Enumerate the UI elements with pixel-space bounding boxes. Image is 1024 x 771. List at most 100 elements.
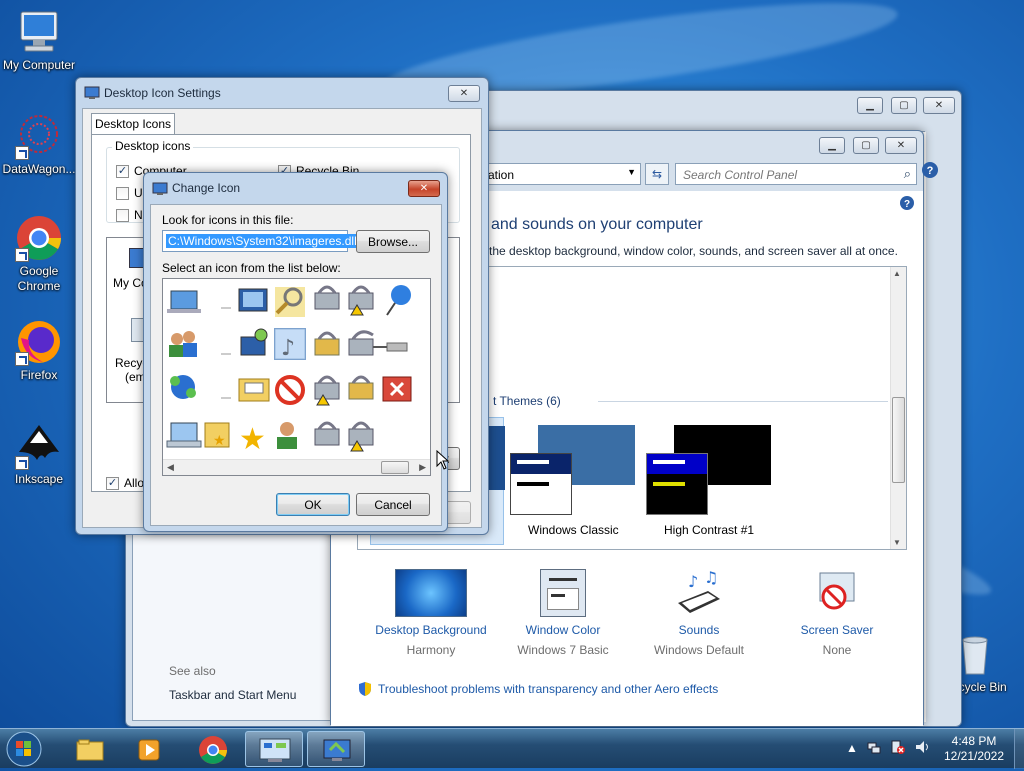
group-divider	[598, 401, 888, 402]
taskbar-chrome-button[interactable]	[183, 731, 241, 767]
desktop-background-link[interactable]: Desktop Background	[361, 623, 501, 637]
desktop-icon-firefox[interactable]: Firefox	[0, 318, 78, 383]
sounds-link[interactable]: Sounds	[631, 623, 767, 637]
padlock-icon[interactable]	[314, 421, 340, 446]
chevron-down-icon[interactable]: ▼	[627, 167, 636, 177]
icon-list[interactable]: ♪ ★ ★ ◀ ▶	[162, 278, 431, 476]
users-icon[interactable]	[169, 331, 197, 357]
theme-list-scrollbar[interactable]: ▲ ▼	[890, 267, 906, 549]
screen-saver-item[interactable]: Screen Saver None	[769, 569, 905, 669]
desktop-background-item[interactable]: Desktop Background Harmony	[361, 569, 501, 669]
shortcut-arrow-icon	[15, 248, 29, 262]
taskbar-control-panel-button[interactable]	[245, 731, 303, 767]
search-icon[interactable]: ⌕	[904, 166, 911, 182]
dialog-title: Change Icon	[172, 181, 241, 195]
no-entry-icon[interactable]	[275, 375, 305, 405]
red-x-icon[interactable]	[382, 376, 412, 402]
shortcut-arrow-icon	[15, 456, 29, 470]
close-button[interactable]: ✕	[448, 85, 480, 102]
desktop-icon-chrome[interactable]: Google Chrome	[0, 214, 78, 294]
magnifier-icon[interactable]	[275, 287, 305, 317]
help-icon[interactable]: ?	[921, 161, 941, 181]
change-icon-dialog[interactable]: Change Icon ✕ Look for icons in this fil…	[143, 172, 448, 532]
desktop-icon-inkscape[interactable]: Inkscape	[0, 422, 78, 487]
faded-icon[interactable]	[221, 397, 231, 399]
clock-time: 4:48 PM	[951, 734, 997, 748]
help-icon[interactable]: ?	[899, 195, 915, 214]
window-color-item[interactable]: Window Color Windows 7 Basic	[495, 569, 631, 669]
show-hidden-icons-icon[interactable]: ▲	[846, 741, 858, 755]
tab-desktop-icons[interactable]: Desktop Icons	[91, 113, 175, 135]
checkbox-allow-themes[interactable]: ✓	[106, 477, 119, 490]
network-icon[interactable]	[866, 739, 882, 758]
pushpin-icon[interactable]	[386, 285, 411, 316]
shield-icon	[357, 681, 373, 700]
scroll-thumb[interactable]	[892, 397, 905, 483]
faded-icon[interactable]	[221, 353, 231, 355]
folder-star-icon[interactable]: ★	[204, 422, 230, 449]
padlock-warning-icon[interactable]	[348, 285, 374, 316]
monitor-icon[interactable]	[238, 288, 268, 312]
padlock-warning-icon[interactable]	[314, 375, 340, 406]
network-globe-icon[interactable]	[170, 375, 196, 399]
folder-window-icon[interactable]	[238, 378, 270, 402]
volume-icon[interactable]	[914, 739, 930, 758]
window-color-link[interactable]: Window Color	[495, 623, 631, 637]
taskbar-start-menu-link[interactable]: Taskbar and Start Menu	[169, 688, 296, 702]
theme-high-contrast-1[interactable]: High Contrast #1	[646, 417, 788, 545]
checkbox-user-files[interactable]	[116, 187, 129, 200]
datawagon-icon	[15, 112, 63, 160]
padlock-gold-icon[interactable]	[314, 331, 340, 356]
close-button[interactable]: ✕	[923, 97, 955, 114]
user-icon[interactable]	[277, 422, 297, 449]
taskbar-desktop-settings-button[interactable]	[307, 731, 365, 767]
faded-icon[interactable]	[221, 307, 231, 309]
address-bar[interactable]: ation ▼	[483, 163, 641, 185]
padlock-icon[interactable]	[314, 285, 340, 310]
troubleshoot-link[interactable]: Troubleshoot problems with transparency …	[378, 682, 718, 696]
laptop-icon[interactable]	[167, 290, 201, 313]
computer-clock-icon[interactable]	[240, 328, 268, 356]
scroll-up-icon[interactable]: ▲	[893, 269, 901, 278]
padlock-open-icon[interactable]	[348, 330, 374, 356]
maximize-button[interactable]: ▢	[891, 97, 917, 114]
refresh-icon[interactable]: ⇆	[645, 163, 669, 185]
scroll-down-icon[interactable]: ▼	[893, 538, 901, 547]
icon-list-scrollbar[interactable]: ◀ ▶	[163, 459, 430, 475]
scroll-left-icon[interactable]: ◀	[167, 462, 174, 473]
theme-preview	[510, 453, 572, 515]
clock[interactable]: 4:48 PM 12/21/2022	[938, 734, 1010, 764]
cancel-button[interactable]: Cancel	[356, 493, 430, 516]
scroll-right-icon[interactable]: ▶	[419, 462, 426, 473]
star-icon[interactable]: ★	[239, 422, 266, 457]
start-button[interactable]	[4, 730, 44, 768]
padlock-warning-icon[interactable]	[348, 421, 374, 452]
computer-icon	[15, 8, 63, 56]
close-button[interactable]: ✕	[408, 180, 440, 197]
desktop-icon-datawagon[interactable]: DataWagon...	[0, 112, 78, 177]
minimize-button[interactable]: ▁	[857, 97, 883, 114]
close-button[interactable]: ✕	[885, 137, 917, 154]
browse-button[interactable]: Browse...	[356, 230, 430, 253]
maximize-button[interactable]: ▢	[853, 137, 879, 154]
taskbar-media-player-button[interactable]	[120, 731, 178, 767]
padlock-gold-icon[interactable]	[348, 375, 374, 400]
pin-icon[interactable]	[373, 342, 408, 352]
file-path-input[interactable]: C:\Windows\System32\imageres.dll	[162, 230, 359, 252]
screen-saver-link[interactable]: Screen Saver	[769, 623, 905, 637]
taskbar-explorer-button[interactable]	[60, 731, 118, 767]
ok-button[interactable]: OK	[276, 493, 350, 516]
checkbox-network[interactable]	[116, 209, 129, 222]
search-input[interactable]: Search Control Panel ⌕	[675, 163, 917, 185]
sounds-item[interactable]: ♪ ♫ Sounds Windows Default	[631, 568, 767, 669]
scroll-thumb[interactable]	[381, 461, 409, 474]
clock-date: 12/21/2022	[943, 749, 1005, 763]
desktop-icon-my-computer[interactable]: My Computer	[0, 8, 78, 73]
printer-computer-icon[interactable]	[166, 422, 202, 448]
action-center-icon[interactable]	[890, 739, 906, 758]
minimize-button[interactable]: ▁	[819, 137, 845, 154]
checkbox-computer[interactable]: ✓	[116, 165, 129, 178]
show-desktop-button[interactable]	[1014, 729, 1024, 769]
firefox-icon	[15, 318, 63, 366]
theme-windows-classic[interactable]: Windows Classic	[508, 417, 648, 545]
